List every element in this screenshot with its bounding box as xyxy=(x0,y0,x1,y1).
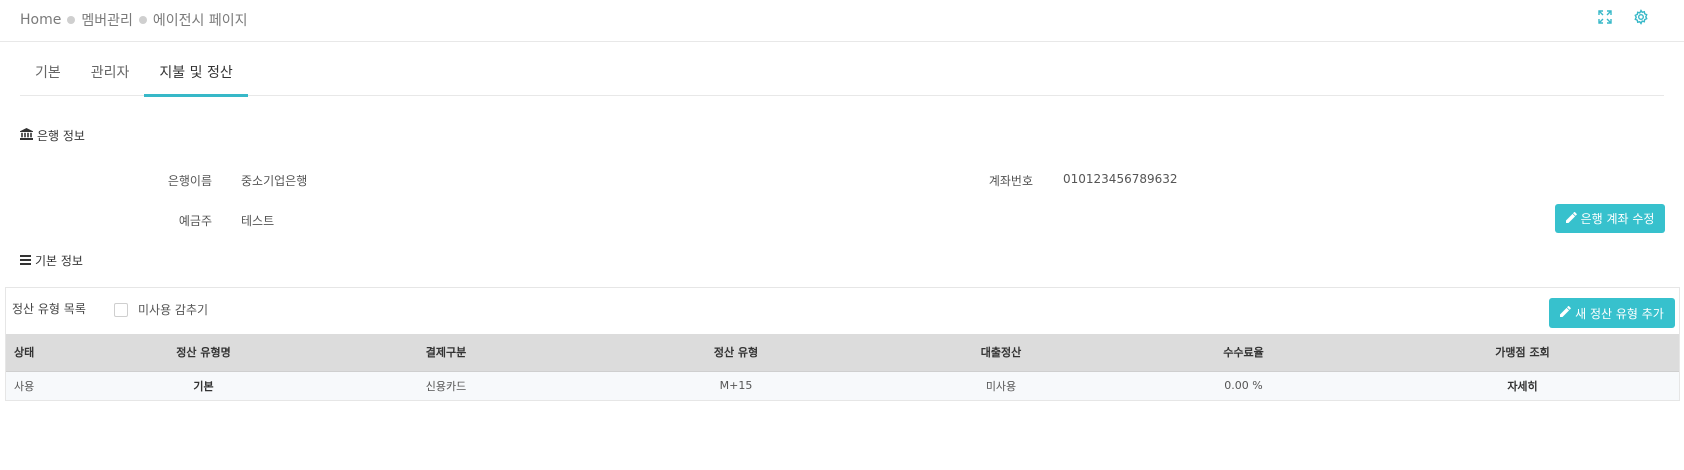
merchant-detail-link[interactable]: 자세히 xyxy=(1366,371,1679,400)
column-header-settlement-type: 정산 유형 xyxy=(591,334,881,372)
breadcrumb-separator xyxy=(138,16,147,24)
bank-name-label: 은행이름 xyxy=(167,174,212,188)
tab-payment-settlement[interactable]: 지불 및 정산 xyxy=(144,55,249,97)
cell-payment-method: 신용카드 xyxy=(301,371,591,400)
bank-name-value: 중소기업은행 xyxy=(241,174,308,188)
table-header-row: 상태 정산 유형명 결제구분 정산 유형 대출정산 수수료율 가맹점 조회 xyxy=(6,334,1679,372)
breadcrumb-home[interactable]: Home xyxy=(20,12,61,28)
edit-bank-account-button[interactable]: 은행 계좌 수정 xyxy=(1555,204,1665,233)
settlement-type-panel: 정산 유형 목록 미사용 감추기 새 정산 유형 추가 상태 정산 유형명 결제… xyxy=(5,287,1680,401)
basic-info-title: 기본 정보 xyxy=(35,254,83,268)
add-settlement-type-button[interactable]: 새 정산 유형 추가 xyxy=(1549,298,1675,328)
column-header-fee-rate: 수수료율 xyxy=(1121,334,1366,372)
column-header-loan-settlement: 대출정산 xyxy=(881,334,1121,372)
breadcrumb-agency-page: 에이전시 페이지 xyxy=(152,13,248,29)
cell-fee-rate: 0.00 % xyxy=(1121,371,1366,400)
edit-bank-account-label: 은행 계좌 수정 xyxy=(1580,212,1655,226)
tab-bar: 기본 관리자 지불 및 정산 xyxy=(20,55,1664,97)
hide-unused-toggle[interactable]: 미사용 감추기 xyxy=(114,301,208,318)
breadcrumb: Home 멤버관리 에이전시 페이지 xyxy=(20,10,248,30)
table-row: 사용 기본 신용카드 M+15 미사용 0.00 % 자세히 xyxy=(6,371,1679,400)
gear-icon[interactable] xyxy=(1633,9,1649,25)
cell-status: 사용 xyxy=(6,371,106,400)
tab-basic[interactable]: 기본 xyxy=(20,55,76,96)
pencil-icon xyxy=(1565,211,1577,226)
column-header-payment-method: 결제구분 xyxy=(301,334,591,372)
cell-loan-settlement: 미사용 xyxy=(881,371,1121,400)
column-header-merchant-lookup: 가맹점 조회 xyxy=(1366,334,1679,372)
cell-type-name: 기본 xyxy=(106,371,301,400)
bank-info-title: 은행 정보 xyxy=(37,129,85,143)
bank-info-heading: 은행 정보 xyxy=(20,127,85,144)
hide-unused-checkbox[interactable] xyxy=(114,302,128,317)
account-holder-value: 테스트 xyxy=(241,214,275,228)
cell-settlement-type: M+15 xyxy=(591,371,881,400)
tab-admin[interactable]: 관리자 xyxy=(76,55,145,96)
add-settlement-type-label: 새 정산 유형 추가 xyxy=(1575,306,1664,321)
hide-unused-label: 미사용 감추기 xyxy=(138,303,209,317)
list-icon xyxy=(20,254,31,268)
account-number-value: 010123456789632 xyxy=(1063,172,1178,186)
pencil-icon xyxy=(1560,305,1571,320)
breadcrumb-separator xyxy=(67,16,76,24)
column-header-type-name: 정산 유형명 xyxy=(106,334,301,372)
basic-info-heading: 기본 정보 xyxy=(20,252,83,269)
column-header-status: 상태 xyxy=(6,334,106,372)
breadcrumb-member-management[interactable]: 멤버관리 xyxy=(81,10,133,30)
settlement-type-list-title: 정산 유형 목록 xyxy=(12,302,86,316)
settlement-type-table: 상태 정산 유형명 결제구분 정산 유형 대출정산 수수료율 가맹점 조회 사용… xyxy=(6,334,1679,400)
account-holder-label: 예금주 xyxy=(178,214,212,228)
expand-icon[interactable] xyxy=(1597,9,1613,25)
top-bar: Home 멤버관리 에이전시 페이지 xyxy=(0,0,1684,42)
account-number-label: 계좌번호 xyxy=(988,174,1033,188)
bank-icon xyxy=(20,128,33,143)
